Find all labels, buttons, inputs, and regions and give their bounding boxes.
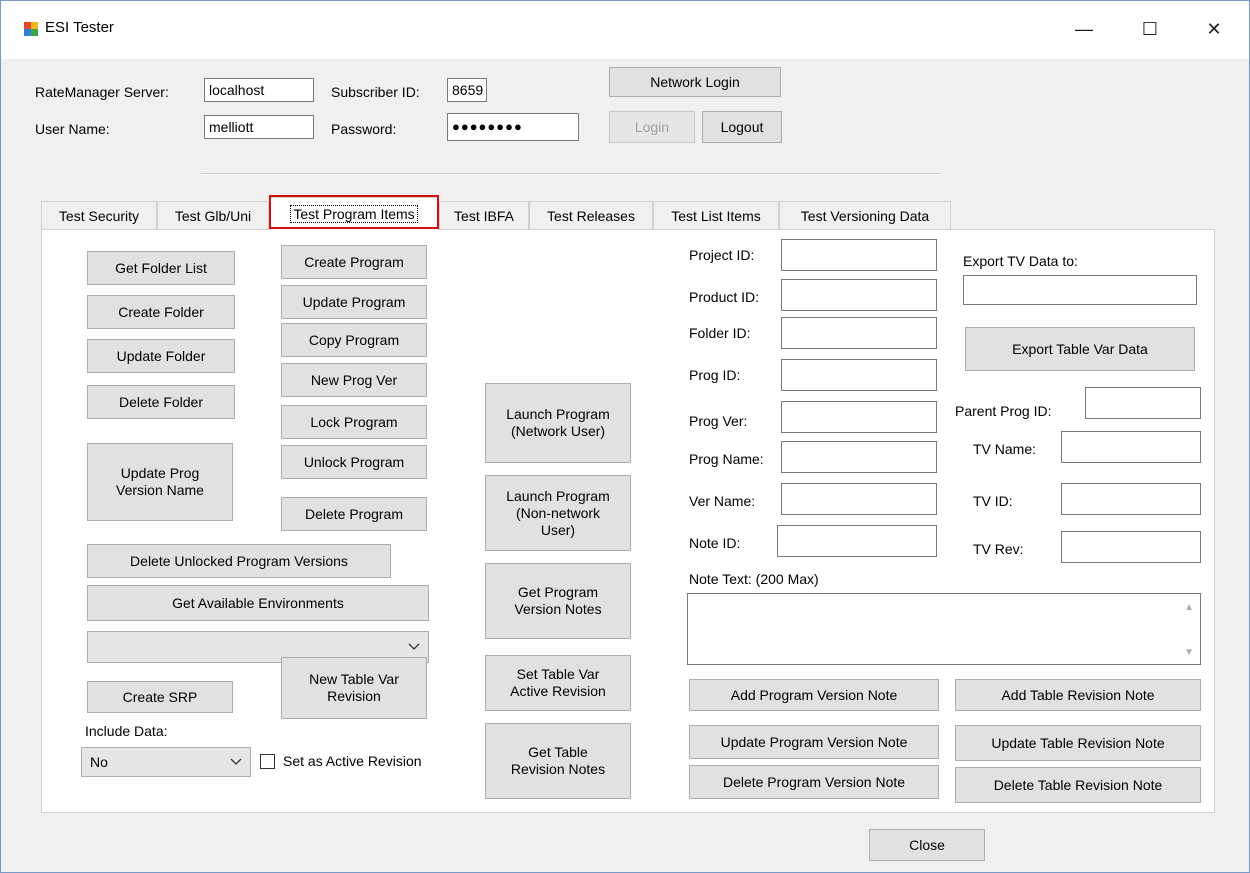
note-text-label: Note Text: (200 Max) bbox=[689, 571, 819, 587]
launch-program-non-network-button[interactable]: Launch Program (Non-network User) bbox=[485, 475, 631, 551]
maximize-button[interactable]: ☐ bbox=[1127, 9, 1173, 49]
close-button[interactable]: Close bbox=[869, 829, 985, 861]
subscriber-label: Subscriber ID: bbox=[331, 84, 420, 100]
include-data-select-value: No bbox=[90, 754, 108, 770]
separator bbox=[201, 173, 941, 175]
prog-ver-input[interactable] bbox=[781, 401, 937, 433]
network-login-button[interactable]: Network Login bbox=[609, 67, 781, 97]
get-folder-list-button[interactable]: Get Folder List bbox=[87, 251, 235, 285]
maximize-icon: ☐ bbox=[1141, 18, 1159, 39]
note-id-input[interactable] bbox=[777, 525, 937, 557]
ver-name-input[interactable] bbox=[781, 483, 937, 515]
include-data-select[interactable]: No bbox=[81, 747, 251, 777]
tv-id-label: TV ID: bbox=[973, 493, 1013, 509]
parent-prog-id-label: Parent Prog ID: bbox=[955, 403, 1052, 419]
product-id-label: Product ID: bbox=[689, 289, 760, 305]
set-active-revision-label: Set as Active Revision bbox=[283, 753, 422, 769]
user-input[interactable]: melliott bbox=[204, 115, 314, 139]
parent-prog-id-input[interactable] bbox=[1085, 387, 1201, 419]
set-table-var-active-revision-button[interactable]: Set Table Var Active Revision bbox=[485, 655, 631, 711]
password-label: Password: bbox=[331, 121, 397, 137]
delete-program-version-note-button[interactable]: Delete Program Version Note bbox=[689, 765, 939, 799]
include-data-label: Include Data: bbox=[85, 723, 168, 739]
tab-test-program-items[interactable]: Test Program Items bbox=[269, 197, 439, 230]
tab-test-security[interactable]: Test Security bbox=[41, 201, 157, 229]
update-program-button[interactable]: Update Program bbox=[281, 285, 427, 319]
tab-test-glb-uni[interactable]: Test Glb/Uni bbox=[157, 201, 269, 229]
ver-name-label: Ver Name: bbox=[689, 493, 756, 509]
prog-name-label: Prog Name: bbox=[689, 451, 764, 467]
delete-folder-button[interactable]: Delete Folder bbox=[87, 385, 235, 419]
chevron-down-icon bbox=[408, 643, 420, 650]
close-icon: ✕ bbox=[1206, 18, 1222, 39]
product-id-input[interactable] bbox=[781, 279, 937, 311]
lock-program-button[interactable]: Lock Program bbox=[281, 405, 427, 439]
add-table-revision-note-button[interactable]: Add Table Revision Note bbox=[955, 679, 1201, 711]
password-input[interactable]: ●●●●●●●● bbox=[447, 113, 579, 141]
minimize-icon: — bbox=[1075, 18, 1093, 39]
subscriber-input[interactable]: 8659 bbox=[447, 78, 487, 102]
prog-ver-label: Prog Ver: bbox=[689, 413, 748, 429]
tv-rev-label: TV Rev: bbox=[973, 541, 1024, 557]
app-icon bbox=[24, 22, 38, 36]
close-window-button[interactable]: ✕ bbox=[1191, 9, 1237, 49]
unlock-program-button[interactable]: Unlock Program bbox=[281, 445, 427, 479]
server-label: RateManager Server: bbox=[35, 84, 169, 100]
export-tv-path-input[interactable] bbox=[963, 275, 1197, 305]
title-bar: ESI Tester — ☐ ✕ bbox=[1, 1, 1249, 59]
logout-button[interactable]: Logout bbox=[702, 111, 782, 143]
new-prog-ver-button[interactable]: New Prog Ver bbox=[281, 363, 427, 397]
window-title: ESI Tester bbox=[45, 19, 114, 36]
copy-program-button[interactable]: Copy Program bbox=[281, 323, 427, 357]
project-id-input[interactable] bbox=[781, 239, 937, 271]
add-program-version-note-button[interactable]: Add Program Version Note bbox=[689, 679, 939, 711]
tv-name-label: TV Name: bbox=[973, 441, 1037, 457]
scroll-down-icon: ▼ bbox=[1184, 647, 1194, 658]
delete-program-button[interactable]: Delete Program bbox=[281, 497, 427, 531]
update-folder-button[interactable]: Update Folder bbox=[87, 339, 235, 373]
tab-test-releases[interactable]: Test Releases bbox=[529, 201, 653, 229]
scroll-up-icon: ▲ bbox=[1184, 602, 1194, 613]
project-id-label: Project ID: bbox=[689, 247, 755, 263]
tv-name-input[interactable] bbox=[1061, 431, 1201, 463]
launch-program-network-button[interactable]: Launch Program (Network User) bbox=[485, 383, 631, 463]
esi-tester-window: ESI Tester — ☐ ✕ RateManager Server: loc… bbox=[0, 0, 1250, 873]
delete-unlocked-program-versions-button[interactable]: Delete Unlocked Program Versions bbox=[87, 544, 391, 578]
minimize-button[interactable]: — bbox=[1061, 9, 1107, 49]
user-label: User Name: bbox=[35, 121, 110, 137]
tv-rev-input[interactable] bbox=[1061, 531, 1201, 563]
set-active-revision-checkbox[interactable] bbox=[260, 754, 275, 769]
chevron-down-icon bbox=[230, 758, 242, 765]
folder-id-label: Folder ID: bbox=[689, 325, 751, 341]
delete-table-revision-note-button[interactable]: Delete Table Revision Note bbox=[955, 767, 1201, 803]
prog-name-input[interactable] bbox=[781, 441, 937, 473]
get-table-revision-notes-button[interactable]: Get Table Revision Notes bbox=[485, 723, 631, 799]
prog-id-label: Prog ID: bbox=[689, 367, 741, 383]
create-folder-button[interactable]: Create Folder bbox=[87, 295, 235, 329]
create-program-button[interactable]: Create Program bbox=[281, 245, 427, 279]
server-input[interactable]: localhost bbox=[204, 78, 314, 102]
tab-test-ibfa[interactable]: Test IBFA bbox=[439, 201, 529, 229]
new-table-var-revision-button[interactable]: New Table Var Revision bbox=[281, 657, 427, 719]
get-program-version-notes-button[interactable]: Get Program Version Notes bbox=[485, 563, 631, 639]
update-program-version-note-button[interactable]: Update Program Version Note bbox=[689, 725, 939, 759]
tab-test-versioning-data[interactable]: Test Versioning Data bbox=[779, 201, 951, 229]
create-srp-button[interactable]: Create SRP bbox=[87, 681, 233, 713]
note-id-label: Note ID: bbox=[689, 535, 741, 551]
export-tv-label: Export TV Data to: bbox=[963, 253, 1078, 269]
note-text-textarea[interactable]: ▲ ▼ bbox=[687, 593, 1201, 665]
login-button[interactable]: Login bbox=[609, 111, 695, 143]
tab-test-list-items[interactable]: Test List Items bbox=[653, 201, 779, 229]
get-available-environments-button[interactable]: Get Available Environments bbox=[87, 585, 429, 621]
update-table-revision-note-button[interactable]: Update Table Revision Note bbox=[955, 725, 1201, 761]
update-prog-version-name-button[interactable]: Update Prog Version Name bbox=[87, 443, 233, 521]
tv-id-input[interactable] bbox=[1061, 483, 1201, 515]
prog-id-input[interactable] bbox=[781, 359, 937, 391]
export-table-var-data-button[interactable]: Export Table Var Data bbox=[965, 327, 1195, 371]
folder-id-input[interactable] bbox=[781, 317, 937, 349]
